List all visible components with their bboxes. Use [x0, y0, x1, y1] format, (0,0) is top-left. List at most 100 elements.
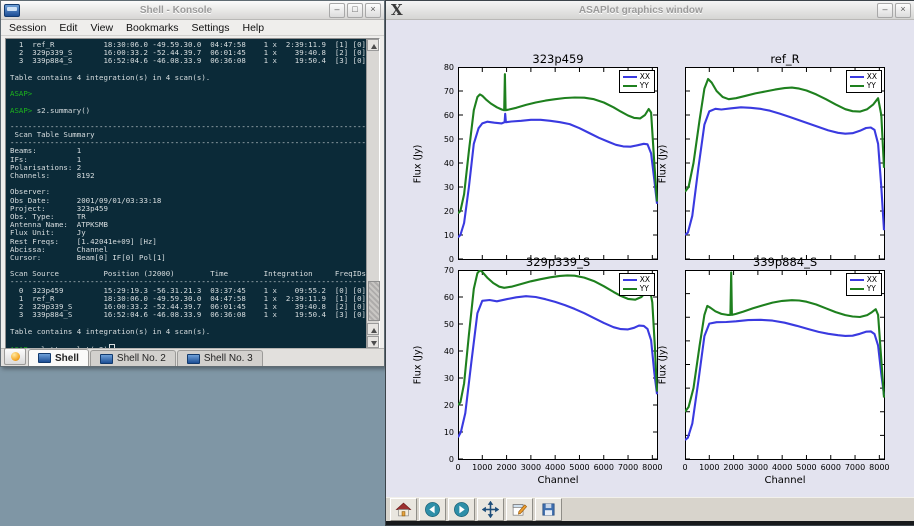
- x-axis-label: Channel: [685, 475, 885, 486]
- legend: XXYY: [846, 70, 882, 93]
- pan-button[interactable]: [477, 498, 504, 521]
- menu-edit[interactable]: Edit: [59, 22, 77, 34]
- save-icon: [540, 501, 557, 518]
- legend-line-XX: [623, 76, 637, 78]
- menu-session[interactable]: Session: [9, 22, 46, 34]
- legend-line-YY: [623, 288, 637, 290]
- y-tick-label: 0: [449, 255, 454, 264]
- asaplot-window: X ASAPlot graphics window –× 323p4590102…: [385, 0, 914, 526]
- forward-button[interactable]: [448, 498, 475, 521]
- back-icon: [424, 501, 441, 518]
- minimize-button[interactable]: –: [329, 3, 345, 18]
- konsole-window: Shell - Konsole –□× Session Edit View Bookm…: [0, 0, 385, 367]
- scrollbar-thumb[interactable]: [368, 281, 380, 321]
- home-button[interactable]: [390, 498, 417, 521]
- legend: XXYY: [619, 273, 655, 296]
- konsole-titlebar[interactable]: Shell - Konsole –□×: [1, 1, 384, 20]
- home-icon: [395, 501, 412, 518]
- y-tick-label: 20: [444, 207, 454, 216]
- y-axis-label: Flux (Jy): [413, 346, 424, 385]
- scroll-down-icon[interactable]: [367, 336, 379, 348]
- tab-shell[interactable]: Shell: [28, 349, 89, 366]
- y-tick-label: 30: [444, 183, 454, 192]
- konsole-app-icon: [4, 4, 20, 17]
- close-button[interactable]: ×: [895, 3, 911, 18]
- menu-settings[interactable]: Settings: [192, 22, 230, 34]
- y-axis-label: Flux (Jy): [658, 144, 669, 183]
- y-tick-label: 60: [444, 111, 454, 120]
- plot-area[interactable]: [685, 67, 885, 260]
- y-tick-label: 50: [444, 320, 454, 329]
- window-bottom-edge: [386, 521, 914, 525]
- konsole-menubar: Session Edit View Bookmarks Settings Help: [1, 20, 384, 36]
- legend-line-XX: [850, 76, 864, 78]
- plot-area[interactable]: [458, 67, 658, 260]
- configure-subplots-icon: [511, 501, 528, 518]
- terminal-scrollbar[interactable]: [366, 39, 379, 348]
- new-session-icon: [11, 352, 20, 361]
- scroll-up-icon[interactable]: [367, 39, 379, 51]
- x-axis-label: Channel: [458, 475, 658, 486]
- minimize-button[interactable]: –: [877, 3, 893, 18]
- legend-line-YY: [850, 85, 864, 87]
- save-button[interactable]: [535, 498, 562, 521]
- y-tick-label: 70: [444, 87, 454, 96]
- legend: XXYY: [619, 70, 655, 93]
- plot-area[interactable]: [685, 270, 885, 460]
- y-tick-label: 60: [444, 293, 454, 302]
- figure-canvas[interactable]: 323p45901020304050607080Flux (Jy)XXYY re…: [386, 20, 914, 498]
- konsole-tabbar: ShellShell No. 2Shell No. 3: [1, 348, 384, 366]
- terminal-icon: [38, 353, 51, 363]
- back-button[interactable]: [419, 498, 446, 521]
- y-tick-label: 20: [444, 401, 454, 410]
- terminal-icon: [187, 354, 200, 364]
- plot-area[interactable]: [458, 270, 658, 460]
- legend-line-XX: [623, 279, 637, 281]
- close-button[interactable]: ×: [365, 3, 381, 18]
- y-tick-label: 40: [444, 159, 454, 168]
- y-tick-label: 70: [444, 266, 454, 275]
- new-session-button[interactable]: [4, 348, 26, 365]
- konsole-window-title: Shell - Konsole: [23, 5, 329, 16]
- legend: XXYY: [846, 273, 882, 296]
- terminal-icon: [100, 354, 113, 364]
- konsole-window-buttons: –□×: [329, 3, 381, 18]
- scroll-up2-icon[interactable]: [367, 323, 379, 335]
- y-axis-label: Flux (Jy): [413, 144, 424, 183]
- asaplot-window-title: ASAPlot graphics window: [405, 5, 877, 16]
- y-tick-label: 50: [444, 135, 454, 144]
- plot-toolbar: [386, 497, 914, 521]
- subplot-339p884s[interactable]: 339p884_S0100020003000400050006000700080…: [685, 270, 885, 460]
- terminal-area[interactable]: 1 ref_R 18:30:06.0 -49.59.30.0 04:47:58 …: [5, 38, 380, 349]
- plot-title: 323p459: [458, 52, 658, 66]
- legend-line-XX: [850, 279, 864, 281]
- x-tick-label: 8000: [637, 463, 667, 472]
- y-tick-label: 80: [444, 63, 454, 72]
- y-axis-label: Flux (Jy): [658, 346, 669, 385]
- plot-title: ref_R: [685, 52, 885, 66]
- legend-line-YY: [623, 85, 637, 87]
- x-tick-label: 8000: [864, 463, 894, 472]
- subplot-329p339s[interactable]: 329p339_S0102030405060700100020003000400…: [458, 270, 658, 460]
- menu-help[interactable]: Help: [243, 22, 265, 34]
- asaplot-titlebar[interactable]: X ASAPlot graphics window –×: [386, 1, 914, 20]
- tab-shell-no-2[interactable]: Shell No. 2: [90, 350, 176, 366]
- configure-subplots-button[interactable]: [506, 498, 533, 521]
- y-tick-label: 30: [444, 374, 454, 383]
- y-tick-label: 10: [444, 231, 454, 240]
- forward-icon: [453, 501, 470, 518]
- x11-icon: X: [389, 3, 405, 17]
- plot-title: 339p884_S: [685, 255, 885, 269]
- asaplot-window-buttons: –×: [877, 3, 911, 18]
- subplot-ref-r[interactable]: ref_RFlux (Jy)XXYY: [685, 67, 885, 260]
- legend-line-YY: [850, 288, 864, 290]
- menu-view[interactable]: View: [90, 22, 113, 34]
- y-tick-label: 10: [444, 428, 454, 437]
- maximize-button[interactable]: □: [347, 3, 363, 18]
- tab-shell-no-3[interactable]: Shell No. 3: [177, 350, 263, 366]
- plot-title: 329p339_S: [458, 255, 658, 269]
- menu-bookmarks[interactable]: Bookmarks: [126, 22, 179, 34]
- y-tick-label: 40: [444, 347, 454, 356]
- terminal-text[interactable]: 1 ref_R 18:30:06.0 -49.59.30.0 04:47:58 …: [6, 39, 366, 348]
- subplot-323p459[interactable]: 323p45901020304050607080Flux (Jy)XXYY: [458, 67, 658, 260]
